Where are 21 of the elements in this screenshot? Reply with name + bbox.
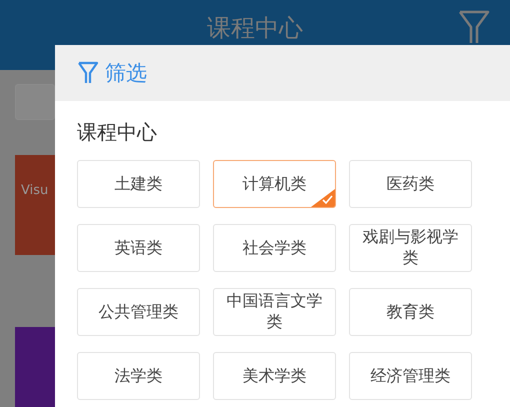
category-option[interactable]: 经济管理类 — [349, 352, 472, 400]
filter-icon[interactable] — [458, 10, 490, 44]
category-option[interactable]: 医药类 — [349, 160, 472, 208]
category-option[interactable]: 法学类 — [77, 352, 200, 400]
category-option[interactable]: 美术学类 — [213, 352, 336, 400]
page-title: 课程中心 — [207, 13, 303, 44]
category-option[interactable]: 中国语言文学类 — [213, 288, 336, 336]
category-option[interactable]: 戏剧与影视学类 — [349, 224, 472, 272]
category-option[interactable]: 土建类 — [77, 160, 200, 208]
category-option[interactable]: 教育类 — [349, 288, 472, 336]
category-option[interactable]: 公共管理类 — [77, 288, 200, 336]
category-option[interactable]: 社会学类 — [213, 224, 336, 272]
category-option[interactable]: 计算机类 — [213, 160, 336, 208]
filter-icon — [77, 61, 99, 85]
section-title: 课程中心 — [77, 119, 158, 146]
course-card[interactable] — [15, 327, 55, 407]
search-field[interactable] — [15, 84, 55, 120]
category-option[interactable]: 英语类 — [77, 224, 200, 272]
course-title: Visu — [21, 183, 48, 198]
panel-title: 筛选 — [105, 60, 147, 87]
check-icon — [311, 189, 335, 207]
